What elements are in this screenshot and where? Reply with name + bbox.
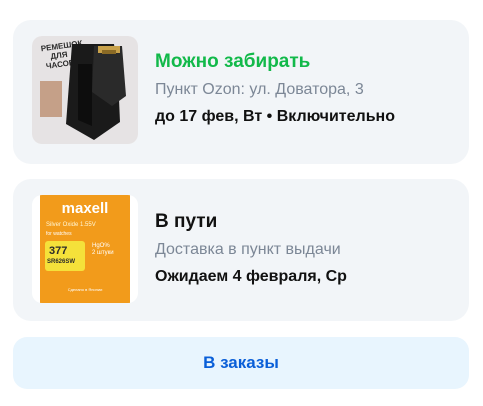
watch-strap-image: РЕМЕШОК ДЛЯ ЧАСОВ — [32, 36, 138, 144]
delivery-destination: Доставка в пункт выдачи — [155, 241, 341, 258]
battery-number: 377 — [49, 245, 68, 257]
pickup-location: Пункт Ozon: ул. Доватора, 3 — [155, 81, 364, 98]
status-in-transit: В пути — [155, 211, 218, 232]
order-info: В пути Доставка в пункт выдачи Ожидаем 4… — [155, 211, 347, 286]
order-card-ready[interactable]: РЕМЕШОК ДЛЯ ЧАСОВ Можно забирать Пункт O… — [13, 20, 469, 164]
watch-strap-graphic — [66, 44, 126, 140]
expected-date: Ожидаем 4 февраля, Ср — [155, 268, 347, 285]
battery-package: maxell Silver Oxide 1.55V for watches 37… — [40, 195, 130, 303]
order-card-in-transit[interactable]: maxell Silver Oxide 1.55V for watches 37… — [13, 179, 469, 321]
battery-footer: Сделано в Японии — [67, 287, 103, 292]
battery-brand: maxell — [61, 200, 109, 217]
go-to-orders-button[interactable]: В заказы — [13, 337, 469, 389]
battery-type-text: Silver Oxide 1.55V — [46, 222, 96, 228]
battery-usage-text: for watches — [46, 231, 72, 237]
battery-hg-free: HgO% — [92, 243, 110, 249]
battery-model: SR626SW — [47, 259, 76, 265]
battery-info-right: HgO% 2 штуки — [92, 243, 126, 269]
pickup-deadline: до 17 фев, Вт • Включительно — [155, 108, 395, 125]
battery-pack-image: maxell Silver Oxide 1.55V for watches 37… — [32, 195, 138, 303]
status-ready: Можно забирать — [155, 51, 311, 72]
battery-count: 2 штуки — [92, 250, 114, 256]
order-info: Можно забирать Пункт Ozon: ул. Доватора,… — [155, 51, 395, 126]
